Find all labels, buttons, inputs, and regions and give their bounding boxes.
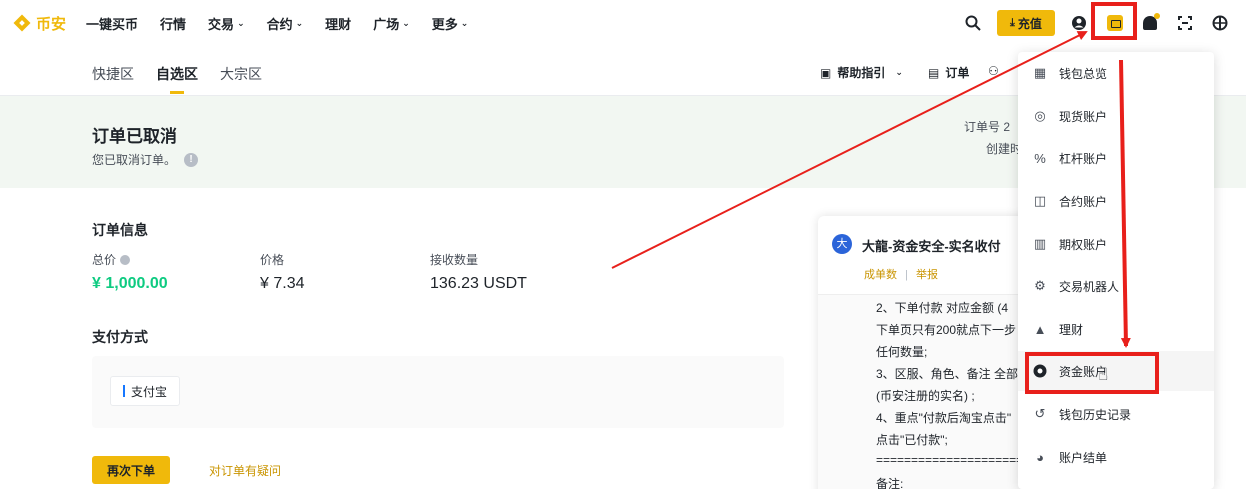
arrow-to-funding [1119,59,1131,348]
arrow-to-wallet [611,31,1088,269]
annotation-arrows [611,31,1131,348]
